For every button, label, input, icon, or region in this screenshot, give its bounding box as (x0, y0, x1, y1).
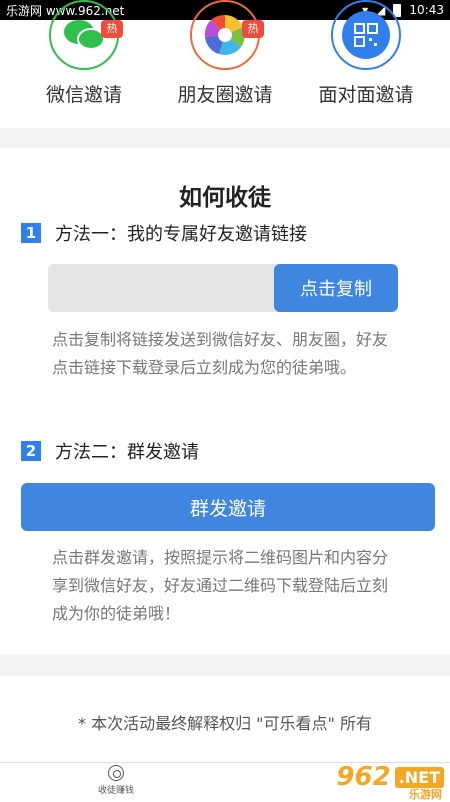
method-2-desc: 点击群发邀请，按照提示将二维码图片和内容分享到微信好友，好友通过二维码下载登陆后… (52, 544, 402, 628)
recruit-tab-icon (108, 765, 124, 781)
share-wechat-label: 微信邀请 (14, 80, 154, 107)
method-2-header: 2 方法二：群发邀请 (21, 438, 199, 464)
tab-recruit[interactable]: 收徒赚钱 (86, 765, 146, 796)
share-moments-label: 朋友圈邀请 (155, 80, 295, 107)
method-1-header: 1 方法一：我的专属好友邀请链接 (21, 220, 307, 246)
recruit-card: 如何收徒 1 方法一：我的专属好友邀请链接 点击复制 点击复制将链接发送到微信好… (0, 148, 450, 654)
hot-badge: 热 (242, 20, 264, 38)
method-1-number: 1 (21, 223, 41, 243)
status-time: 10:43 (409, 3, 444, 17)
share-face-label: 面对面邀请 (296, 80, 436, 107)
wechat-icon[interactable]: 热 (49, 0, 119, 70)
site-watermark-logo: 962 .NET 乐游网 (336, 762, 444, 792)
tab-recruit-label: 收徒赚钱 (98, 786, 134, 796)
footnote: * 本次活动最终解释权归 "可乐看点" 所有 (0, 710, 450, 734)
method-1-label: 方法一：我的专属好友邀请链接 (55, 220, 307, 246)
moments-icon[interactable]: 热 (190, 0, 260, 70)
qrcode-icon[interactable] (331, 0, 401, 70)
method-1-desc: 点击复制将链接发送到微信好友、朋友圈，好友点击链接下载登录后立刻成为您的徒弟哦。 (52, 326, 402, 382)
method-2-number: 2 (21, 441, 41, 461)
card-title: 如何收徒 (0, 178, 450, 212)
divider (0, 128, 450, 148)
copy-button[interactable]: 点击复制 (274, 264, 398, 312)
share-wechat[interactable]: 热 微信邀请 (14, 20, 154, 107)
method-2-label: 方法二：群发邀请 (55, 438, 199, 464)
divider (0, 654, 450, 676)
share-moments[interactable]: 热 朋友圈邀请 (155, 20, 295, 107)
share-face[interactable]: 面对面邀请 (296, 20, 436, 107)
group-invite-button[interactable]: 群发邀请 (21, 483, 435, 531)
hot-badge: 热 (101, 20, 123, 38)
invite-link-field[interactable]: 点击复制 (48, 264, 398, 312)
share-options: 热 微信邀请 热 朋友圈邀请 (0, 20, 450, 128)
